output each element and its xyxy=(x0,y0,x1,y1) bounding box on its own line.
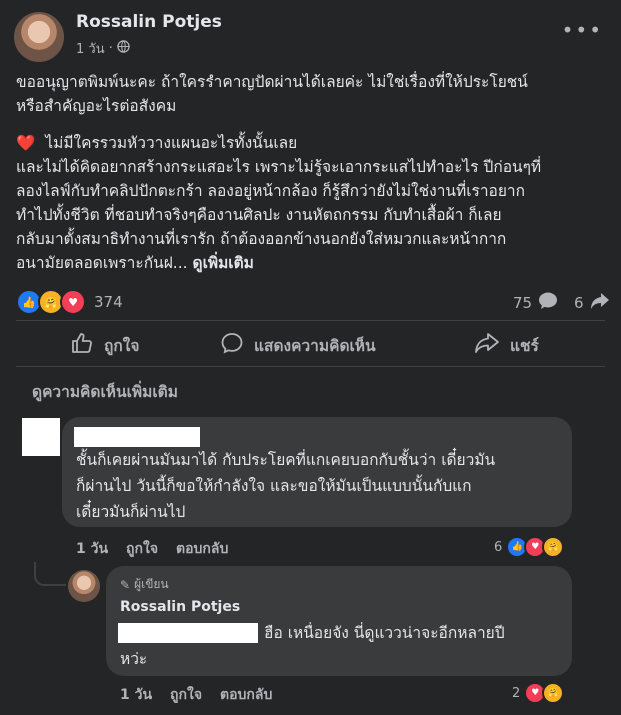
reply-reactions[interactable]: 2 ♥ 🤗 xyxy=(512,682,565,704)
post-line: หรือสำคัญอะไรต่อสังคม xyxy=(16,97,177,115)
share-count[interactable]: 6 xyxy=(574,292,610,314)
heart-emoji-icon: ❤️ xyxy=(16,134,36,152)
like-button[interactable]: ถูกใจ xyxy=(70,330,139,360)
author-avatar[interactable] xyxy=(68,570,100,602)
globe-icon xyxy=(117,40,130,57)
reaction-count: 374 xyxy=(94,293,123,311)
comment-count[interactable]: 75 xyxy=(513,292,558,314)
thumbs-up-icon xyxy=(70,331,94,359)
post-line: ❤️ ไม่มีใครรวมหัววางแผนอะไรทั้งนั้นเลย xyxy=(16,134,298,152)
author-avatar[interactable] xyxy=(14,12,64,62)
reply-text-line1: ฮือ เหนื่อยจัง นี่ดูแววน่าจะอีกหลายปี xyxy=(264,624,505,642)
redacted-commenter-name xyxy=(74,427,200,447)
reply-like-link[interactable]: ถูกใจ xyxy=(170,684,202,706)
post-line: ขออนุญาตพิมพ์นะคะ ถ้าใครรำคาญปัดผ่านได้เ… xyxy=(16,73,528,91)
post-paragraph-2: ❤️ ไม่มีใครรวมหัววางแผนอะไรทั้งนั้นเลย แล… xyxy=(16,131,608,275)
divider xyxy=(16,320,605,321)
post-line: ทำไปทั้งชีวิต ที่ชอบทำจริงๆคืองานศิลปะ ง… xyxy=(16,206,502,224)
reply-author-name[interactable]: Rossalin Potjes xyxy=(120,599,240,615)
post-line: ลองไลฟ์กับทำคลิปปักตะกร้า ลองอยู่หน้ากล้… xyxy=(16,182,526,200)
reply-bubble: ✎ ผู้เขียน Rossalin Potjes ฮือ เหนื่อยจั… xyxy=(106,566,572,676)
reply-actions: 1 วัน ถูกใจ ตอบกลับ xyxy=(120,684,272,706)
comment-time[interactable]: 1 วัน xyxy=(76,538,108,560)
more-options-icon[interactable]: ••• xyxy=(562,18,603,42)
commenter-avatar[interactable] xyxy=(22,418,60,456)
love-reaction-icon: ♥ xyxy=(60,289,86,315)
comment-reaction-count: 6 xyxy=(494,539,503,555)
share-icon xyxy=(474,331,500,359)
post-time[interactable]: 1 วัน xyxy=(76,38,105,59)
reply-time[interactable]: 1 วัน xyxy=(120,684,152,706)
comment-icon xyxy=(220,331,244,359)
separator-dot: · xyxy=(108,41,113,56)
redacted-mention xyxy=(118,623,258,643)
reaction-summary[interactable]: 👍 🤗 ♥ 374 xyxy=(16,289,123,315)
view-more-comments-link[interactable]: ดูความคิดเห็นเพิ่มเติม xyxy=(32,379,178,404)
comment-reactions[interactable]: 6 👍 ♥ 🤗 xyxy=(494,536,565,558)
post-line: กลับมาตั้งสมาธิทำงานที่เรารัก ถ้าต้องออก… xyxy=(16,230,507,248)
see-more-link[interactable]: ดูเพิ่มเติม xyxy=(193,254,254,272)
comment-bubble: ชั้นก็เคยผ่านมันมาได้ กับประโยคที่แกเคยบ… xyxy=(62,417,572,527)
post-line: และไม่ได้คิดอยากสร้างกระแสอะไร เพราะไม่ร… xyxy=(16,158,542,176)
comment-like-link[interactable]: ถูกใจ xyxy=(126,538,158,560)
comment-bubble-icon xyxy=(538,292,558,314)
comment-actions: 1 วัน ถูกใจ ตอบกลับ xyxy=(76,538,228,560)
share-arrow-icon xyxy=(590,292,610,314)
author-badge: ✎ ผู้เขียน xyxy=(120,577,169,592)
divider xyxy=(16,366,605,367)
care-reaction-icon: 🤗 xyxy=(542,682,565,704)
post-author-name[interactable]: Rossalin Potjes xyxy=(76,12,222,32)
reply-reply-link[interactable]: ตอบกลับ xyxy=(220,684,272,706)
care-reaction-icon: 🤗 xyxy=(542,536,565,558)
comment-button[interactable]: แสดงความคิดเห็น xyxy=(220,330,376,360)
post-line: อนามัยตลอดเพราะกันฝ... ดูเพิ่มเติม xyxy=(16,254,254,272)
reply-reaction-count: 2 xyxy=(512,685,521,701)
reply-thread-line xyxy=(34,562,66,586)
comment-reply-link[interactable]: ตอบกลับ xyxy=(176,538,228,560)
post-meta: 1 วัน · xyxy=(76,38,130,59)
pen-icon: ✎ xyxy=(120,577,131,592)
share-button[interactable]: แชร์ xyxy=(474,330,539,360)
reply-text-line2: หว่ะ xyxy=(120,650,148,668)
post-paragraph-1: ขออนุญาตพิมพ์นะคะ ถ้าใครรำคาญปัดผ่านได้เ… xyxy=(16,70,608,118)
comment-text: ชั้นก็เคยผ่านมันมาได้ กับประโยคที่แกเคยบ… xyxy=(76,451,496,521)
